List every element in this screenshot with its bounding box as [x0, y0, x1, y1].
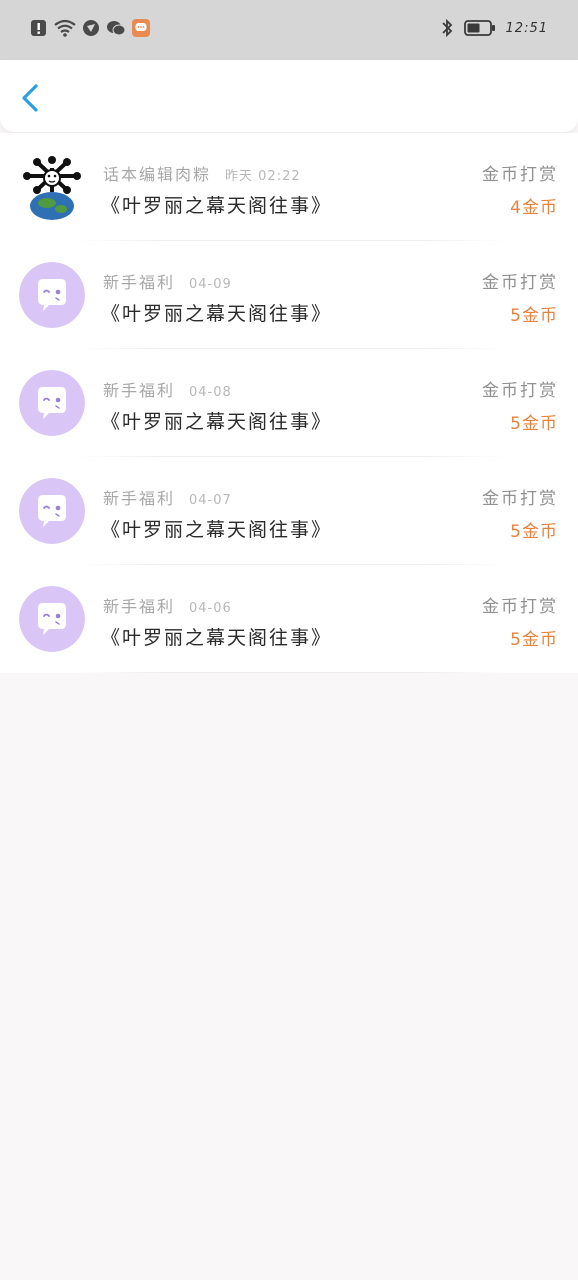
book-title: 《叶罗丽之幕天阁往事》 — [101, 519, 333, 541]
reward-amount: 4金币 — [510, 198, 558, 218]
chat-bubble-avatar-icon — [19, 370, 85, 436]
list-item[interactable]: 新手福利 04-06 《叶罗丽之幕天阁往事》 金币打赏 5金币 — [0, 565, 578, 673]
sender-name: 新手福利 04-06 — [103, 593, 232, 617]
message-app-icon — [132, 19, 150, 37]
book-title: 《叶罗丽之幕天阁往事》 — [101, 195, 333, 217]
sender-label: 话本编辑肉粽 — [103, 165, 212, 184]
status-bar: 12:51 — [0, 0, 578, 60]
reward-amount: 5金币 — [510, 630, 558, 650]
wifi-icon — [54, 19, 76, 37]
wechat-icon — [107, 21, 126, 36]
reward-date: 04-09 — [189, 277, 232, 292]
list-item[interactable]: 话本编辑肉粽 昨天 02:22 《叶罗丽之幕天阁往事》 金币打赏 4金币 — [0, 133, 578, 241]
sender-label: 新手福利 — [103, 489, 176, 508]
reward-list: 话本编辑肉粽 昨天 02:22 《叶罗丽之幕天阁往事》 金币打赏 4金币 新手福利… — [0, 133, 578, 673]
chat-bubble-avatar-icon — [19, 478, 85, 544]
sender-name: 新手福利 04-08 — [103, 377, 232, 401]
sender-name: 新手福利 04-09 — [103, 269, 232, 293]
reward-amount: 5金币 — [510, 306, 558, 326]
vpn-icon — [83, 20, 99, 36]
status-icons-left — [30, 18, 150, 38]
reward-date: 04-08 — [189, 385, 232, 400]
reward-date: 昨天 02:22 — [225, 169, 301, 184]
reward-type: 金币打赏 — [482, 273, 558, 293]
sender-name: 话本编辑肉粽 昨天 02:22 — [103, 161, 301, 185]
alert-icon — [31, 20, 46, 36]
reward-date: 04-07 — [189, 493, 232, 508]
chat-bubble-avatar-icon — [19, 262, 85, 328]
chevron-left-icon[interactable] — [14, 78, 50, 118]
reward-type: 金币打赏 — [482, 489, 558, 509]
reward-amount: 5金币 — [510, 522, 558, 542]
divider — [75, 672, 508, 673]
user-avatar — [19, 154, 85, 220]
sender-name: 新手福利 04-07 — [103, 485, 232, 509]
sender-label: 新手福利 — [103, 381, 176, 400]
nav-bar — [0, 60, 578, 132]
bluetooth-icon — [441, 18, 452, 38]
book-title: 《叶罗丽之幕天阁往事》 — [101, 627, 333, 649]
status-icons-right: 12:51 — [440, 18, 548, 38]
reward-type: 金币打赏 — [482, 381, 558, 401]
sender-label: 新手福利 — [103, 273, 176, 292]
reward-amount: 5金币 — [510, 414, 558, 434]
reward-date: 04-06 — [189, 601, 232, 616]
book-title: 《叶罗丽之幕天阁往事》 — [101, 303, 333, 325]
reward-type: 金币打赏 — [482, 597, 558, 617]
list-item[interactable]: 新手福利 04-07 《叶罗丽之幕天阁往事》 金币打赏 5金币 — [0, 457, 578, 565]
status-time: 12:51 — [505, 20, 548, 36]
book-title: 《叶罗丽之幕天阁往事》 — [101, 411, 333, 433]
battery-icon — [463, 20, 495, 36]
list-item[interactable]: 新手福利 04-08 《叶罗丽之幕天阁往事》 金币打赏 5金币 — [0, 349, 578, 457]
sender-label: 新手福利 — [103, 597, 176, 616]
list-item[interactable]: 新手福利 04-09 《叶罗丽之幕天阁往事》 金币打赏 5金币 — [0, 241, 578, 349]
chat-bubble-avatar-icon — [19, 586, 85, 652]
reward-type: 金币打赏 — [482, 165, 558, 185]
